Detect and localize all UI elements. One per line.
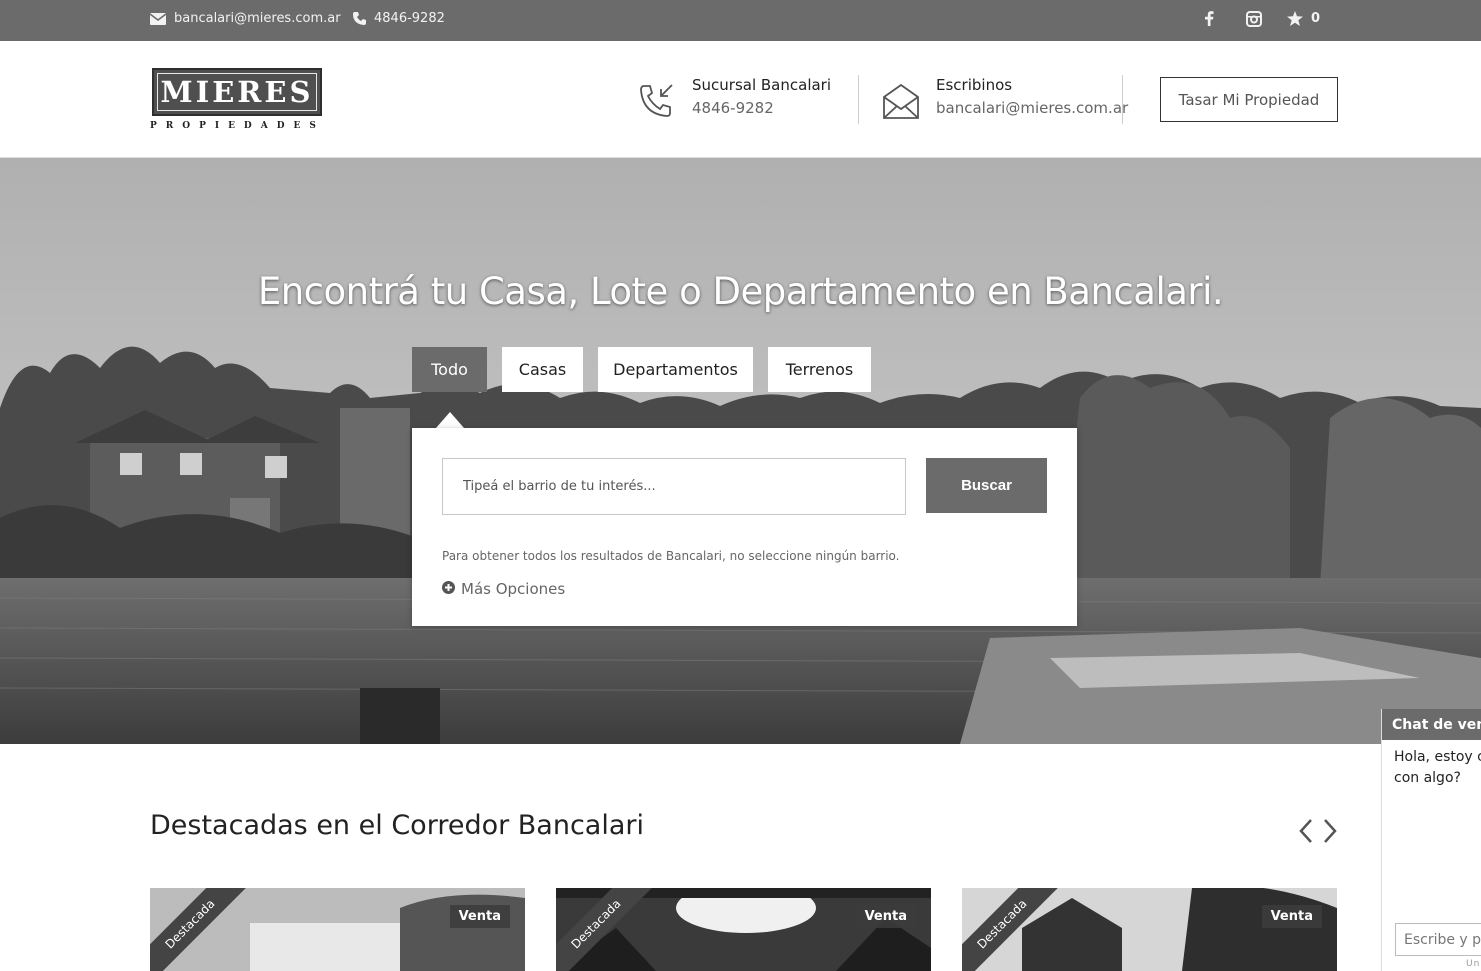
- chevron-right-icon[interactable]: [1322, 818, 1338, 848]
- top-bar: bancalari@mieres.com.ar 4846-9282 0: [0, 0, 1481, 41]
- tab-terrenos[interactable]: Terrenos: [768, 347, 871, 392]
- favorites-link[interactable]: 0: [1287, 11, 1320, 26]
- plus-circle-icon: [442, 580, 455, 598]
- chat-message-line: Hola, estoy c: [1394, 749, 1481, 765]
- hero: Encontrá tu Casa, Lote o Departamento en…: [0, 158, 1481, 744]
- chat-message-line: con algo?: [1394, 770, 1461, 786]
- chat-widget: Chat de ventas Hola, estoy c con algo? E…: [1381, 709, 1481, 971]
- branch-phone[interactable]: 4846-9282: [692, 99, 831, 117]
- header: MIERES PROPIEDADES Sucursal Bancalari 48…: [0, 41, 1481, 158]
- property-card[interactable]: Destacada Venta: [962, 888, 1337, 971]
- more-options-label: Más Opciones: [461, 580, 566, 598]
- divider: [1122, 75, 1123, 124]
- star-icon: [1287, 11, 1303, 26]
- search-input[interactable]: [442, 458, 906, 515]
- featured-title: Destacadas en el Corredor Bancalari: [150, 810, 645, 841]
- facebook-icon[interactable]: [1204, 11, 1214, 26]
- sale-badge: Venta: [855, 905, 916, 928]
- write-contact: Escribinos bancalari@mieres.com.ar: [936, 76, 1128, 128]
- logo-subtitle: PROPIEDADES: [150, 121, 325, 131]
- search-panel: Buscar Para obtener todos los resultados…: [412, 428, 1077, 626]
- chat-input[interactable]: Escribe y pr: [1395, 923, 1481, 956]
- topbar-email: bancalari@mieres.com.ar: [174, 11, 341, 26]
- chat-header[interactable]: Chat de ventas: [1382, 709, 1481, 740]
- property-card[interactable]: Destacada Venta: [556, 888, 931, 971]
- topbar-phone-link[interactable]: 4846-9282: [353, 11, 445, 26]
- write-label: Escribinos: [936, 76, 1013, 94]
- write-email[interactable]: bancalari@mieres.com.ar: [936, 99, 1128, 117]
- chat-message: Hola, estoy c con algo?: [1394, 747, 1481, 789]
- more-options-link[interactable]: Más Opciones: [442, 580, 565, 598]
- logo-word: MIERES: [160, 75, 314, 109]
- topbar-email-link[interactable]: bancalari@mieres.com.ar: [150, 11, 341, 26]
- tab-todo[interactable]: Todo: [412, 347, 487, 392]
- logo[interactable]: MIERES PROPIEDADES: [150, 68, 324, 134]
- carousel-arrows: [1298, 818, 1338, 848]
- search-hint: Para obtener todos los resultados de Ban…: [442, 549, 900, 563]
- chevron-left-icon[interactable]: [1298, 818, 1314, 848]
- envelope-icon: [150, 12, 166, 25]
- active-tab-pointer: [436, 412, 464, 428]
- tab-departamentos[interactable]: Departamentos: [598, 347, 753, 392]
- branch-contact: Sucursal Bancalari 4846-9282: [692, 76, 831, 128]
- tab-casas[interactable]: Casas: [502, 347, 583, 392]
- phone-incoming-icon: [638, 82, 676, 124]
- envelope-open-icon: [882, 82, 920, 124]
- topbar-phone: 4846-9282: [374, 11, 445, 26]
- search-button[interactable]: Buscar: [926, 458, 1047, 513]
- chat-footer: Un: [1466, 959, 1481, 969]
- divider: [858, 75, 859, 124]
- branch-label: Sucursal Bancalari: [692, 76, 832, 94]
- phone-icon: [353, 12, 366, 25]
- tasar-propiedad-button[interactable]: Tasar Mi Propiedad: [1160, 77, 1338, 122]
- sale-badge: Venta: [1261, 905, 1322, 928]
- favorites-count: 0: [1311, 11, 1321, 26]
- instagram-icon[interactable]: [1246, 11, 1262, 27]
- property-card[interactable]: Destacada Venta: [150, 888, 525, 971]
- sale-badge: Venta: [449, 905, 510, 928]
- hero-title: Encontrá tu Casa, Lote o Departamento en…: [257, 270, 1224, 313]
